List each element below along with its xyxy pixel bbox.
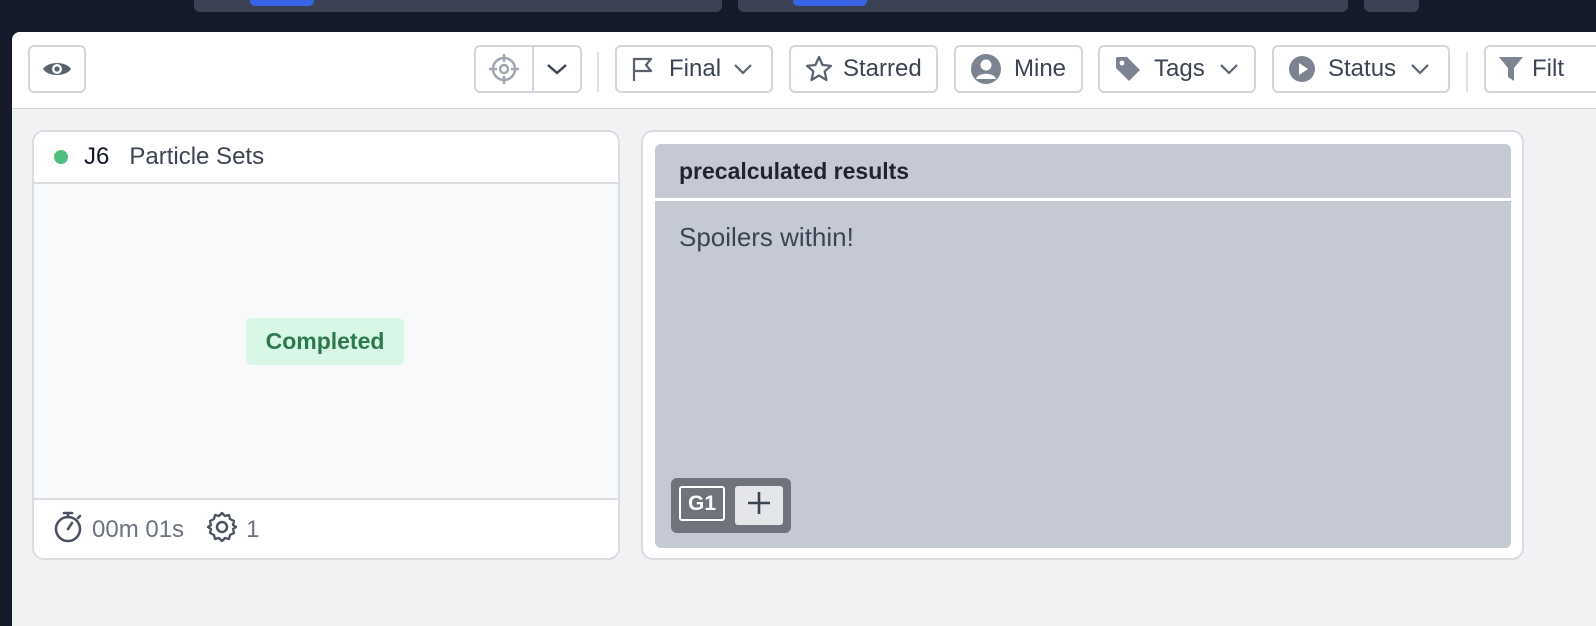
toolbar-divider	[597, 52, 599, 92]
star-icon	[805, 55, 833, 83]
group-tag[interactable]: G1	[679, 486, 725, 521]
top-tab-1[interactable]	[194, 0, 722, 12]
add-group-button[interactable]	[735, 486, 783, 525]
status-filter-button[interactable]: Status	[1272, 45, 1450, 93]
status-filter-label: Status	[1328, 55, 1397, 82]
note-body: Spoilers within!	[679, 222, 854, 252]
top-bar	[0, 0, 1596, 32]
mine-filter-label: Mine	[1014, 55, 1067, 82]
note-title: precalculated results	[655, 144, 1511, 201]
chevron-down-icon	[546, 62, 568, 76]
target-dropdown-button[interactable]	[534, 62, 580, 76]
toolbar: Final Starred Mine Tags Status Filt	[12, 32, 1596, 109]
tags-filter-label: Tags	[1154, 55, 1205, 82]
chevron-down-icon	[733, 63, 753, 75]
job-card[interactable]: J6 Particle Sets Completed 00m 01s 1	[32, 130, 620, 560]
duration-value: 00m 01s	[92, 516, 185, 543]
toolbar-divider	[1466, 52, 1468, 92]
crosshair-button[interactable]	[476, 47, 534, 91]
chevron-down-icon	[1219, 63, 1239, 75]
filter-label: Filt	[1532, 55, 1564, 82]
job-card-body: Completed	[34, 184, 618, 498]
flag-icon	[631, 56, 655, 82]
tags-filter-button[interactable]: Tags	[1098, 45, 1256, 93]
group-bar: G1	[671, 478, 791, 533]
job-title: Particle Sets	[129, 143, 265, 170]
tag-icon	[1114, 55, 1142, 83]
starred-filter-button[interactable]: Starred	[789, 45, 938, 93]
params-stat: 1	[206, 511, 259, 550]
user-icon	[970, 53, 1002, 85]
final-filter-button[interactable]: Final	[615, 45, 773, 93]
top-tab-2[interactable]	[738, 0, 1348, 12]
plus-icon	[746, 490, 772, 521]
status-badge: Completed	[246, 318, 404, 365]
gear-icon	[206, 511, 246, 550]
duration-stat: 00m 01s	[52, 510, 184, 551]
starred-filter-label: Starred	[843, 55, 922, 82]
stopwatch-icon	[52, 510, 92, 551]
job-card-header: J6 Particle Sets	[34, 132, 618, 184]
job-id: J6	[84, 143, 110, 170]
workspace-panel: Final Starred Mine Tags Status Filt J6 P…	[12, 32, 1596, 626]
crosshair-icon	[488, 53, 520, 85]
top-tab-3[interactable]	[1364, 0, 1419, 12]
filter-icon	[1498, 55, 1524, 83]
eye-icon	[42, 59, 72, 79]
chevron-down-icon	[1410, 63, 1430, 75]
note-content: precalculated results Spoilers within! G…	[655, 144, 1511, 548]
view-toggle-button[interactable]	[28, 45, 86, 93]
target-selector[interactable]	[474, 45, 582, 93]
params-value: 1	[246, 516, 260, 543]
note-card[interactable]: precalculated results Spoilers within! G…	[641, 130, 1524, 560]
play-circle-icon	[1288, 55, 1316, 83]
final-filter-label: Final	[669, 55, 722, 82]
filter-button[interactable]: Filt	[1484, 45, 1596, 93]
job-card-footer: 00m 01s 1	[34, 498, 618, 558]
mine-filter-button[interactable]: Mine	[954, 45, 1083, 93]
status-dot	[54, 150, 68, 164]
